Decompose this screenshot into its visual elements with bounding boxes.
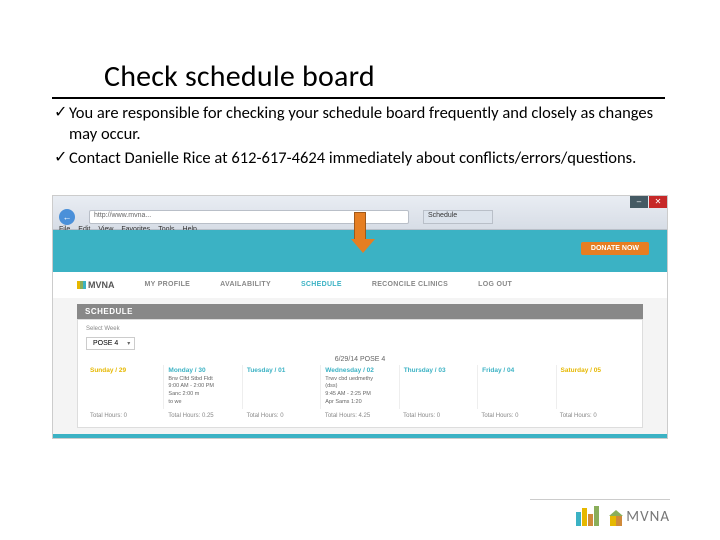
check-icon: ✓ (54, 103, 68, 144)
calendar-event: (dss) (325, 383, 394, 390)
total-hours: Total Hours: 0 (477, 411, 555, 421)
slide-title: Check schedule board (52, 0, 665, 99)
callout-arrow-icon (351, 212, 369, 253)
bullet-list: ✓ You are responsible for checking your … (0, 99, 720, 169)
day-header: Monday / 30 (168, 365, 237, 376)
calendar-event[interactable]: Trwv cbd uedmethy (325, 376, 394, 383)
nav-availability[interactable]: AVAILABILITY (220, 281, 271, 288)
calendar-event: to we (168, 399, 237, 406)
calendar-event: Sanc 2:00 m (168, 391, 237, 398)
bullet-text: You are responsible for checking your sc… (69, 103, 660, 144)
embedded-screenshot: – ✕ ← http://www.mvna... Schedule File E… (52, 195, 668, 439)
bullet-text: Contact Danielle Rice at 612-617-4624 im… (69, 148, 660, 169)
totals-row: Total Hours: 0 Total Hours: 0.25 Total H… (86, 411, 634, 421)
nav-reconcile[interactable]: RECONCILE CLINICS (372, 281, 448, 288)
site-nav: MVNA MY PROFILE AVAILABILITY SCHEDULE RE… (53, 272, 667, 298)
window-buttons: – ✕ (630, 196, 667, 208)
total-hours: Total Hours: 0 (556, 411, 634, 421)
calendar-event: 9:00 AM - 2:00 PM (168, 383, 237, 390)
day-header: Saturday / 05 (561, 365, 630, 376)
check-icon: ✓ (54, 148, 68, 169)
schedule-header: SCHEDULE (77, 304, 643, 319)
browser-tab[interactable]: Schedule (423, 210, 493, 224)
site-logo[interactable]: MVNA (77, 280, 115, 290)
close-icon[interactable]: ✕ (649, 196, 667, 208)
mvna-text: MVNA (626, 508, 670, 526)
slide-footer-logo: MVNA (530, 499, 670, 526)
calendar-event: 9:45 AM - 2:25 PM (325, 391, 394, 398)
calendar-grid: Sunday / 29 Monday / 30 Brw Clfd Stbd Fl… (86, 365, 634, 409)
total-hours: Total Hours: 0 (86, 411, 164, 421)
back-icon[interactable]: ← (59, 209, 75, 225)
nav-logout[interactable]: LOG OUT (478, 281, 512, 288)
total-hours: Total Hours: 0 (243, 411, 321, 421)
bullet-item: ✓ Contact Danielle Rice at 612-617-4624 … (54, 148, 660, 169)
day-header: Thursday / 03 (404, 365, 473, 376)
minimize-icon[interactable]: – (630, 196, 648, 208)
calendar-range: 6/29/14 POSE 4 (86, 356, 634, 363)
day-header: Friday / 04 (482, 365, 551, 376)
site-banner: DONATE NOW (53, 230, 667, 272)
schedule-box: Select Week POSE 4 6/29/14 POSE 4 Sunday… (77, 319, 643, 428)
day-header: Sunday / 29 (90, 365, 159, 376)
donate-button[interactable]: DONATE NOW (581, 242, 649, 255)
total-hours: Total Hours: 0 (399, 411, 477, 421)
day-header: Tuesday / 01 (247, 365, 316, 376)
calendar-event: Apr Sams 1:20 (325, 399, 394, 406)
nav-my-profile[interactable]: MY PROFILE (145, 281, 191, 288)
bullet-item: ✓ You are responsible for checking your … (54, 103, 660, 144)
bars-icon (576, 506, 599, 526)
week-label: Select Week (86, 326, 634, 332)
mvna-logo: MVNA (609, 508, 670, 526)
schedule-panel: SCHEDULE Select Week POSE 4 6/29/14 POSE… (53, 298, 667, 434)
day-header: Wednesday / 02 (325, 365, 394, 376)
week-select[interactable]: POSE 4 (86, 337, 135, 350)
house-icon (609, 510, 623, 526)
calendar-event[interactable]: Brw Clfd Stbd Fldt (168, 376, 237, 383)
total-hours: Total Hours: 4.25 (321, 411, 399, 421)
total-hours: Total Hours: 0.25 (164, 411, 242, 421)
logo-text: MVNA (88, 280, 115, 290)
site-footer: CHIRP United Way MEETS STANDARDS in ✉ f … (53, 434, 667, 439)
nav-schedule[interactable]: SCHEDULE (301, 281, 342, 288)
